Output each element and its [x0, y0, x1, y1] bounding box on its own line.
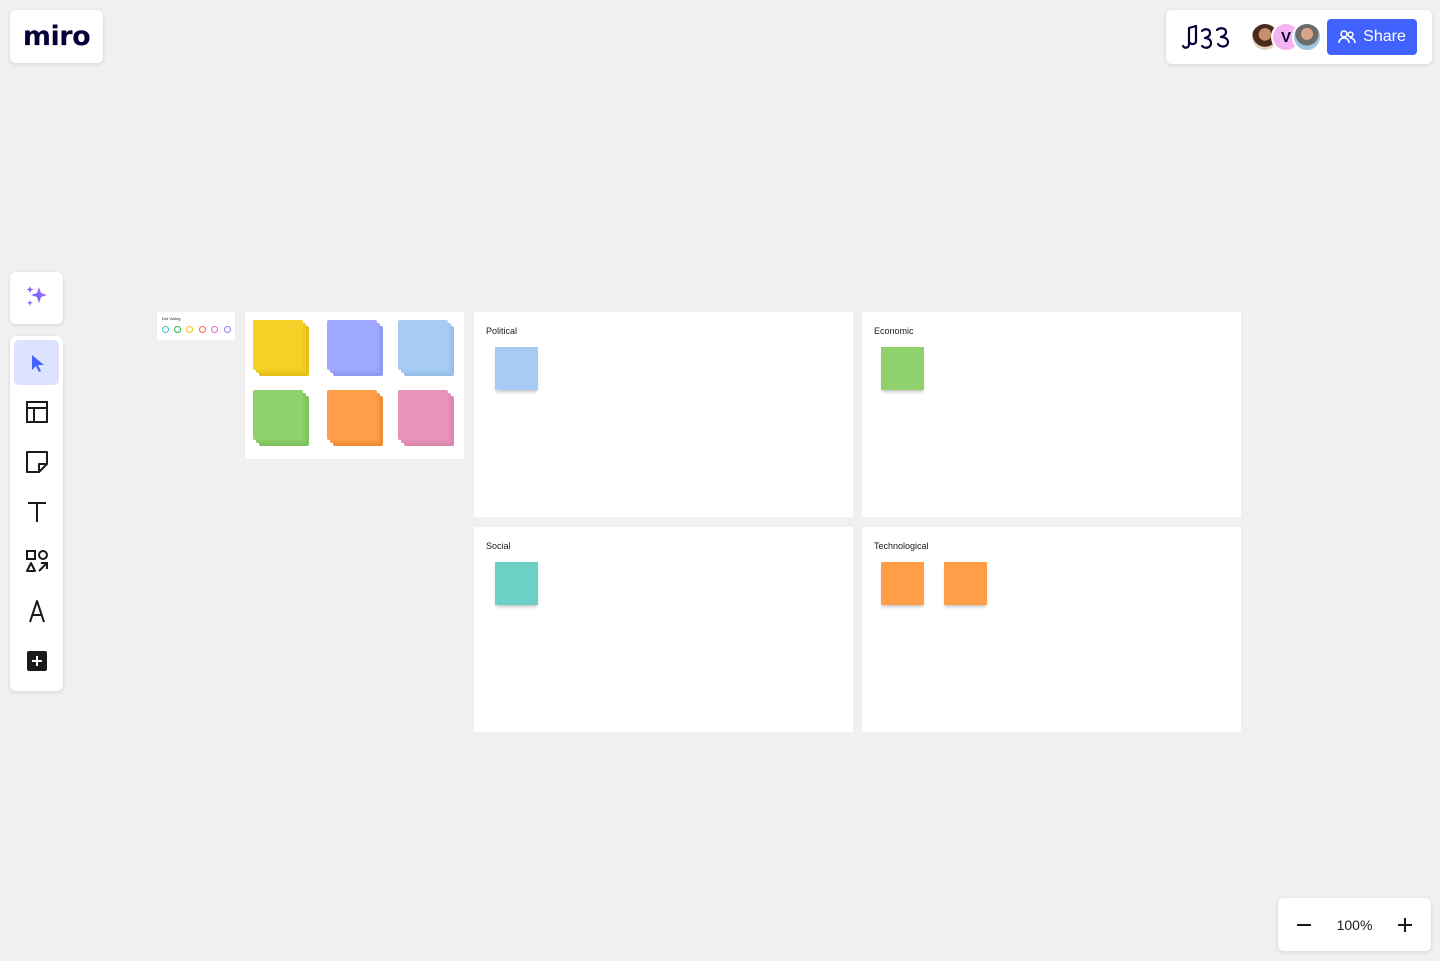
tool-text[interactable] [14, 489, 59, 534]
sticky-stack-violet[interactable] [327, 320, 385, 378]
minus-icon [1297, 923, 1311, 926]
vote-dot[interactable] [162, 326, 169, 333]
sticky-stack-light-blue[interactable] [398, 320, 456, 378]
frame-title: Technological [874, 541, 929, 551]
select-cursor-icon [31, 354, 44, 372]
tool-select[interactable] [14, 340, 59, 385]
users-icon [1338, 30, 1356, 44]
sticky-note[interactable] [944, 562, 987, 605]
sparkles-icon [26, 285, 47, 306]
sticky-stack-orange[interactable] [327, 390, 385, 448]
dot-voting-title: Dot Voting [162, 316, 181, 321]
vote-dot[interactable] [199, 326, 206, 333]
sticky-note[interactable] [881, 562, 924, 605]
sticky-stack-pink[interactable] [398, 390, 456, 448]
tool-templates[interactable] [14, 390, 59, 435]
vote-dot[interactable] [174, 326, 181, 333]
ai-assist-panel [10, 272, 63, 324]
vote-dot[interactable] [211, 326, 218, 333]
zoom-in-button[interactable] [1391, 911, 1419, 939]
zoom-out-button[interactable] [1290, 911, 1318, 939]
miro-logo[interactable]: miro [10, 10, 103, 63]
logo-text: miro [22, 21, 91, 52]
tool-shapes[interactable] [14, 539, 59, 584]
share-button[interactable]: Share [1327, 19, 1417, 55]
add-more-icon [26, 650, 47, 671]
vote-dot[interactable] [186, 326, 193, 333]
tool-sticky-note[interactable] [14, 439, 59, 484]
frame-political[interactable]: Political [474, 312, 853, 517]
dot-voting-widget[interactable]: Dot Voting [157, 312, 235, 340]
sticky-stack-green[interactable] [253, 390, 311, 448]
tool-pen[interactable] [14, 588, 59, 633]
share-label: Share [1363, 28, 1406, 45]
frame-technological[interactable]: Technological [862, 527, 1241, 732]
top-right-bar: V Share [1166, 10, 1432, 64]
sticky-note-pack[interactable] [245, 312, 464, 459]
avatar-initial: V [1280, 28, 1291, 46]
plus-icon [1398, 917, 1412, 932]
zoom-level[interactable]: 100% [1337, 917, 1373, 933]
frame-title: Social [486, 541, 511, 551]
sticky-note[interactable] [881, 347, 924, 390]
sticky-note[interactable] [495, 562, 538, 605]
templates-icon [25, 401, 48, 424]
zoom-controls: 100% [1278, 898, 1431, 951]
frame-social[interactable]: Social [474, 527, 853, 732]
text-icon [27, 501, 46, 522]
frame-economic[interactable]: Economic [862, 312, 1241, 517]
vote-dot[interactable] [224, 326, 231, 333]
sticky-stack-yellow[interactable] [253, 320, 311, 378]
main-toolbar [10, 336, 63, 691]
sticky-note-icon [25, 450, 48, 473]
ai-assist-button[interactable] [14, 273, 59, 318]
avatar[interactable] [1292, 22, 1322, 52]
collaborator-avatars[interactable]: V [1250, 22, 1322, 52]
frame-title: Political [486, 326, 518, 336]
board-reactions-icon[interactable] [1180, 22, 1232, 52]
shapes-icon [25, 550, 48, 573]
frame-title: Economic [874, 326, 914, 336]
sticky-note[interactable] [495, 347, 538, 390]
pen-icon [28, 599, 45, 623]
tool-more[interactable] [14, 638, 59, 683]
